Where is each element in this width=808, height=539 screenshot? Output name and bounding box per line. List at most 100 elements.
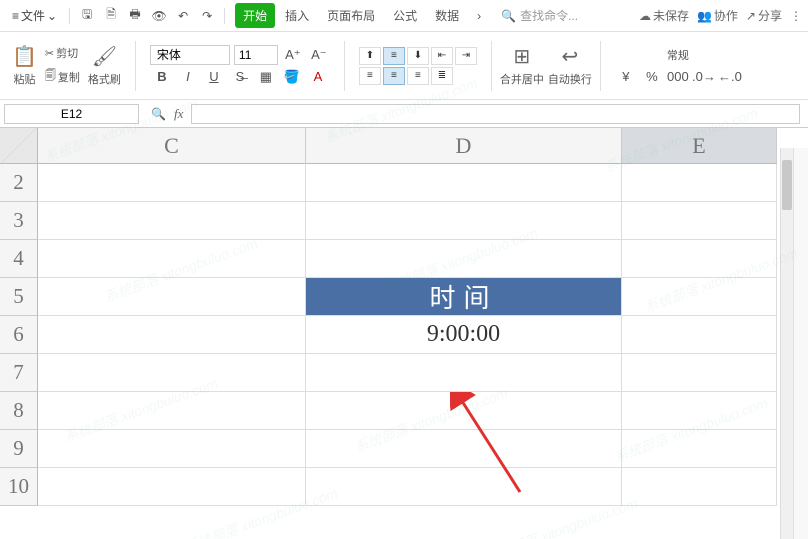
cell-D10[interactable] bbox=[306, 468, 622, 506]
fill-color-button[interactable]: 🪣 bbox=[281, 67, 303, 87]
cell-D5[interactable]: 时间 bbox=[306, 278, 622, 316]
bold-button[interactable]: B bbox=[151, 67, 173, 87]
cell-E7[interactable] bbox=[622, 354, 777, 392]
file-menu[interactable]: ≡ 文件 ⌄ bbox=[6, 4, 63, 27]
align-bottom-button[interactable]: ⬇ bbox=[407, 47, 429, 65]
row-header-8[interactable]: 8 bbox=[0, 392, 38, 430]
cell-C9[interactable] bbox=[38, 430, 306, 468]
tab-page-layout[interactable]: 页面布局 bbox=[319, 3, 383, 28]
italic-button[interactable]: I bbox=[177, 67, 199, 87]
align-right-button[interactable]: ≡ bbox=[407, 67, 429, 85]
cell-C6[interactable] bbox=[38, 316, 306, 354]
save-icon[interactable]: 🖫 bbox=[76, 5, 98, 27]
underline-button[interactable]: U bbox=[203, 67, 225, 87]
cell-C5[interactable] bbox=[38, 278, 306, 316]
fx-icon[interactable]: fx bbox=[174, 106, 183, 122]
font-name-select[interactable] bbox=[150, 45, 230, 65]
indent-increase-button[interactable]: ⇥ bbox=[455, 47, 477, 65]
cell-C3[interactable] bbox=[38, 202, 306, 240]
paste-button[interactable]: 📋 粘贴 bbox=[12, 44, 37, 87]
cell-E4[interactable] bbox=[622, 240, 777, 278]
increase-font-button[interactable]: A⁺ bbox=[282, 45, 304, 65]
align-justify-button[interactable]: ≣ bbox=[431, 67, 453, 85]
row-header-6[interactable]: 6 bbox=[0, 316, 38, 354]
row-6: 6 9:00:00 bbox=[0, 316, 808, 354]
cell-E5[interactable] bbox=[622, 278, 777, 316]
name-box[interactable] bbox=[4, 104, 139, 124]
scrollbar-thumb[interactable] bbox=[782, 160, 792, 210]
col-header-D[interactable]: D bbox=[306, 128, 622, 164]
indent-decrease-button[interactable]: ⇤ bbox=[431, 47, 453, 65]
tab-formula[interactable]: 公式 bbox=[385, 3, 425, 28]
search-icon[interactable]: 🔍 bbox=[151, 107, 166, 121]
cell-D8[interactable] bbox=[306, 392, 622, 430]
row-7: 7 bbox=[0, 354, 808, 392]
cell-D7[interactable] bbox=[306, 354, 622, 392]
tab-insert[interactable]: 插入 bbox=[277, 3, 317, 28]
collab-button[interactable]: 👥协作 bbox=[697, 7, 738, 24]
grid-rows: 2 3 4 5 时间 6 9:00:00 bbox=[0, 164, 808, 506]
cell-C7[interactable] bbox=[38, 354, 306, 392]
vertical-scrollbar[interactable] bbox=[780, 148, 793, 539]
border-button[interactable]: ▦ bbox=[255, 67, 277, 87]
row-header-2[interactable]: 2 bbox=[0, 164, 38, 202]
auto-wrap-button[interactable]: ↩ 自动换行 bbox=[548, 44, 592, 87]
save-as-icon[interactable]: 🗎 bbox=[100, 5, 122, 27]
cell-C2[interactable] bbox=[38, 164, 306, 202]
cell-E6[interactable] bbox=[622, 316, 777, 354]
print-icon[interactable]: 🖶 bbox=[124, 5, 146, 27]
cut-button[interactable]: ✂剪切 bbox=[41, 43, 84, 63]
tab-data[interactable]: 数据 bbox=[427, 3, 467, 28]
strikethrough-button[interactable]: S̶ bbox=[229, 67, 251, 87]
more-menu[interactable]: ⋮ bbox=[790, 9, 802, 23]
cell-E9[interactable] bbox=[622, 430, 777, 468]
cell-E8[interactable] bbox=[622, 392, 777, 430]
tab-more[interactable]: › bbox=[469, 5, 489, 27]
copy-label: 复制 bbox=[58, 69, 80, 85]
row-header-10[interactable]: 10 bbox=[0, 468, 38, 506]
align-center-button[interactable]: ≡ bbox=[383, 67, 405, 85]
thousand-sep-button[interactable]: 000 bbox=[667, 67, 689, 87]
row-header-5[interactable]: 5 bbox=[0, 278, 38, 316]
currency-button[interactable]: ¥ bbox=[615, 67, 637, 87]
row-header-7[interactable]: 7 bbox=[0, 354, 38, 392]
align-middle-button[interactable]: ≡ bbox=[383, 47, 405, 65]
number-format-select[interactable]: 常规 bbox=[663, 45, 693, 65]
tab-start[interactable]: 开始 bbox=[235, 3, 275, 28]
cell-C8[interactable] bbox=[38, 392, 306, 430]
command-search[interactable]: 🔍 查找命令... bbox=[501, 7, 578, 24]
row-header-9[interactable]: 9 bbox=[0, 430, 38, 468]
cell-E10[interactable] bbox=[622, 468, 777, 506]
font-color-button[interactable]: A bbox=[307, 67, 329, 87]
decrease-decimal-button[interactable]: ←.0 bbox=[719, 67, 741, 87]
copy-button[interactable]: 🗐复制 bbox=[41, 65, 84, 88]
col-header-C[interactable]: C bbox=[38, 128, 306, 164]
format-painter-button[interactable]: 🖌 格式刷 bbox=[88, 44, 121, 87]
row-header-4[interactable]: 4 bbox=[0, 240, 38, 278]
cell-C4[interactable] bbox=[38, 240, 306, 278]
cell-E2[interactable] bbox=[622, 164, 777, 202]
cell-D6[interactable]: 9:00:00 bbox=[306, 316, 622, 354]
redo-icon[interactable]: ↷ bbox=[196, 5, 218, 27]
row-header-3[interactable]: 3 bbox=[0, 202, 38, 240]
share-button[interactable]: ↗分享 bbox=[746, 7, 782, 24]
cell-E3[interactable] bbox=[622, 202, 777, 240]
unsaved-indicator[interactable]: ☁未保存 bbox=[639, 7, 689, 24]
col-header-E[interactable]: E bbox=[622, 128, 777, 164]
align-top-button[interactable]: ⬆ bbox=[359, 47, 381, 65]
align-left-button[interactable]: ≡ bbox=[359, 67, 381, 85]
merge-center-button[interactable]: ⊞ 合并居中 bbox=[500, 44, 544, 87]
cell-C10[interactable] bbox=[38, 468, 306, 506]
print-preview-icon[interactable]: 👁 bbox=[148, 5, 170, 27]
font-size-select[interactable] bbox=[234, 45, 278, 65]
decrease-font-button[interactable]: A⁻ bbox=[308, 45, 330, 65]
cell-D2[interactable] bbox=[306, 164, 622, 202]
cell-D3[interactable] bbox=[306, 202, 622, 240]
percent-button[interactable]: % bbox=[641, 67, 663, 87]
increase-decimal-button[interactable]: .0→ bbox=[693, 67, 715, 87]
undo-icon[interactable]: ↶ bbox=[172, 5, 194, 27]
select-all-corner[interactable] bbox=[0, 128, 38, 164]
cell-D9[interactable] bbox=[306, 430, 622, 468]
cell-D4[interactable] bbox=[306, 240, 622, 278]
formula-input[interactable] bbox=[191, 104, 800, 124]
